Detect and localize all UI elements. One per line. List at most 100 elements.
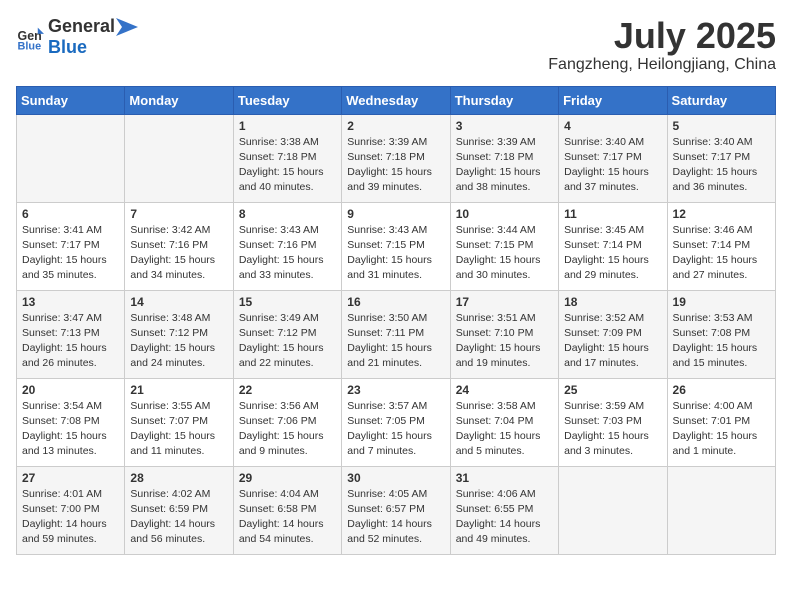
cell-detail: Sunrise: 3:42 AM	[130, 223, 227, 238]
header-friday: Friday	[559, 86, 667, 114]
title-area: July 2025 Fangzheng, Heilongjiang, China	[548, 16, 776, 74]
cell-detail: Sunrise: 4:00 AM	[673, 399, 770, 414]
cell-detail: Daylight: 15 hours and 22 minutes.	[239, 341, 336, 371]
svg-text:Blue: Blue	[18, 40, 42, 51]
day-number: 9	[347, 207, 444, 221]
calendar-cell: 5Sunrise: 3:40 AMSunset: 7:17 PMDaylight…	[667, 114, 775, 202]
cell-detail: Sunrise: 3:52 AM	[564, 311, 661, 326]
cell-detail: Daylight: 15 hours and 38 minutes.	[456, 165, 553, 195]
calendar-cell: 25Sunrise: 3:59 AMSunset: 7:03 PMDayligh…	[559, 378, 667, 466]
cell-detail: Sunset: 7:12 PM	[239, 326, 336, 341]
cell-detail: Sunrise: 3:41 AM	[22, 223, 119, 238]
day-number: 8	[239, 207, 336, 221]
logo: Gen Blue General Blue	[16, 16, 139, 58]
calendar-cell: 9Sunrise: 3:43 AMSunset: 7:15 PMDaylight…	[342, 202, 450, 290]
cell-detail: Sunset: 7:16 PM	[130, 238, 227, 253]
cell-detail: Sunrise: 3:47 AM	[22, 311, 119, 326]
calendar-cell: 10Sunrise: 3:44 AMSunset: 7:15 PMDayligh…	[450, 202, 558, 290]
calendar-cell: 29Sunrise: 4:04 AMSunset: 6:58 PMDayligh…	[233, 466, 341, 554]
day-number: 3	[456, 119, 553, 133]
cell-detail: Sunset: 7:16 PM	[239, 238, 336, 253]
cell-detail: Daylight: 15 hours and 29 minutes.	[564, 253, 661, 283]
day-number: 18	[564, 295, 661, 309]
generalblue-logo-icon: Gen Blue	[16, 23, 44, 51]
header-wednesday: Wednesday	[342, 86, 450, 114]
cell-detail: Sunrise: 4:01 AM	[22, 487, 119, 502]
day-number: 23	[347, 383, 444, 397]
cell-detail: Sunrise: 3:38 AM	[239, 135, 336, 150]
calendar-week-row: 6Sunrise: 3:41 AMSunset: 7:17 PMDaylight…	[17, 202, 776, 290]
day-number: 12	[673, 207, 770, 221]
cell-detail: Daylight: 15 hours and 31 minutes.	[347, 253, 444, 283]
cell-detail: Sunrise: 3:43 AM	[239, 223, 336, 238]
calendar-cell: 24Sunrise: 3:58 AMSunset: 7:04 PMDayligh…	[450, 378, 558, 466]
day-number: 11	[564, 207, 661, 221]
header-thursday: Thursday	[450, 86, 558, 114]
day-number: 10	[456, 207, 553, 221]
calendar-cell: 18Sunrise: 3:52 AMSunset: 7:09 PMDayligh…	[559, 290, 667, 378]
cell-detail: Daylight: 15 hours and 24 minutes.	[130, 341, 227, 371]
cell-detail: Sunrise: 3:48 AM	[130, 311, 227, 326]
day-number: 16	[347, 295, 444, 309]
cell-detail: Sunset: 6:55 PM	[456, 502, 553, 517]
calendar-cell: 12Sunrise: 3:46 AMSunset: 7:14 PMDayligh…	[667, 202, 775, 290]
calendar-cell	[17, 114, 125, 202]
page-header: Gen Blue General Blue July 2025 Fangzhen…	[16, 16, 776, 74]
day-number: 24	[456, 383, 553, 397]
cell-detail: Sunset: 7:01 PM	[673, 414, 770, 429]
cell-detail: Daylight: 15 hours and 26 minutes.	[22, 341, 119, 371]
calendar-week-row: 13Sunrise: 3:47 AMSunset: 7:13 PMDayligh…	[17, 290, 776, 378]
calendar-cell: 22Sunrise: 3:56 AMSunset: 7:06 PMDayligh…	[233, 378, 341, 466]
calendar-cell: 16Sunrise: 3:50 AMSunset: 7:11 PMDayligh…	[342, 290, 450, 378]
calendar-table: SundayMondayTuesdayWednesdayThursdayFrid…	[16, 86, 776, 555]
cell-detail: Sunset: 7:17 PM	[673, 150, 770, 165]
cell-detail: Sunset: 7:08 PM	[673, 326, 770, 341]
cell-detail: Daylight: 15 hours and 35 minutes.	[22, 253, 119, 283]
cell-detail: Sunrise: 3:40 AM	[673, 135, 770, 150]
cell-detail: Sunset: 6:57 PM	[347, 502, 444, 517]
calendar-cell: 4Sunrise: 3:40 AMSunset: 7:17 PMDaylight…	[559, 114, 667, 202]
cell-detail: Daylight: 15 hours and 21 minutes.	[347, 341, 444, 371]
cell-detail: Sunrise: 3:40 AM	[564, 135, 661, 150]
cell-detail: Daylight: 14 hours and 59 minutes.	[22, 517, 119, 547]
day-number: 7	[130, 207, 227, 221]
cell-detail: Sunrise: 3:56 AM	[239, 399, 336, 414]
cell-detail: Sunset: 7:03 PM	[564, 414, 661, 429]
cell-detail: Sunrise: 3:53 AM	[673, 311, 770, 326]
cell-detail: Daylight: 14 hours and 56 minutes.	[130, 517, 227, 547]
day-number: 4	[564, 119, 661, 133]
day-number: 22	[239, 383, 336, 397]
cell-detail: Daylight: 15 hours and 40 minutes.	[239, 165, 336, 195]
cell-detail: Sunrise: 3:44 AM	[456, 223, 553, 238]
day-number: 6	[22, 207, 119, 221]
cell-detail: Daylight: 15 hours and 17 minutes.	[564, 341, 661, 371]
cell-detail: Sunrise: 3:50 AM	[347, 311, 444, 326]
calendar-week-row: 27Sunrise: 4:01 AMSunset: 7:00 PMDayligh…	[17, 466, 776, 554]
header-monday: Monday	[125, 86, 233, 114]
header-tuesday: Tuesday	[233, 86, 341, 114]
month-title: July 2025	[548, 16, 776, 56]
cell-detail: Daylight: 15 hours and 9 minutes.	[239, 429, 336, 459]
day-number: 15	[239, 295, 336, 309]
calendar-cell	[667, 466, 775, 554]
cell-detail: Sunset: 7:04 PM	[456, 414, 553, 429]
calendar-cell: 1Sunrise: 3:38 AMSunset: 7:18 PMDaylight…	[233, 114, 341, 202]
cell-detail: Sunset: 7:17 PM	[22, 238, 119, 253]
cell-detail: Daylight: 15 hours and 19 minutes.	[456, 341, 553, 371]
day-number: 2	[347, 119, 444, 133]
cell-detail: Sunrise: 3:54 AM	[22, 399, 119, 414]
cell-detail: Sunset: 7:10 PM	[456, 326, 553, 341]
calendar-cell: 15Sunrise: 3:49 AMSunset: 7:12 PMDayligh…	[233, 290, 341, 378]
calendar-cell: 26Sunrise: 4:00 AMSunset: 7:01 PMDayligh…	[667, 378, 775, 466]
cell-detail: Sunset: 7:15 PM	[347, 238, 444, 253]
cell-detail: Sunrise: 3:51 AM	[456, 311, 553, 326]
cell-detail: Sunset: 7:13 PM	[22, 326, 119, 341]
day-number: 30	[347, 471, 444, 485]
cell-detail: Sunset: 6:59 PM	[130, 502, 227, 517]
calendar-cell: 11Sunrise: 3:45 AMSunset: 7:14 PMDayligh…	[559, 202, 667, 290]
cell-detail: Sunrise: 3:58 AM	[456, 399, 553, 414]
calendar-header-row: SundayMondayTuesdayWednesdayThursdayFrid…	[17, 86, 776, 114]
calendar-cell	[125, 114, 233, 202]
cell-detail: Daylight: 15 hours and 37 minutes.	[564, 165, 661, 195]
cell-detail: Sunrise: 3:39 AM	[456, 135, 553, 150]
